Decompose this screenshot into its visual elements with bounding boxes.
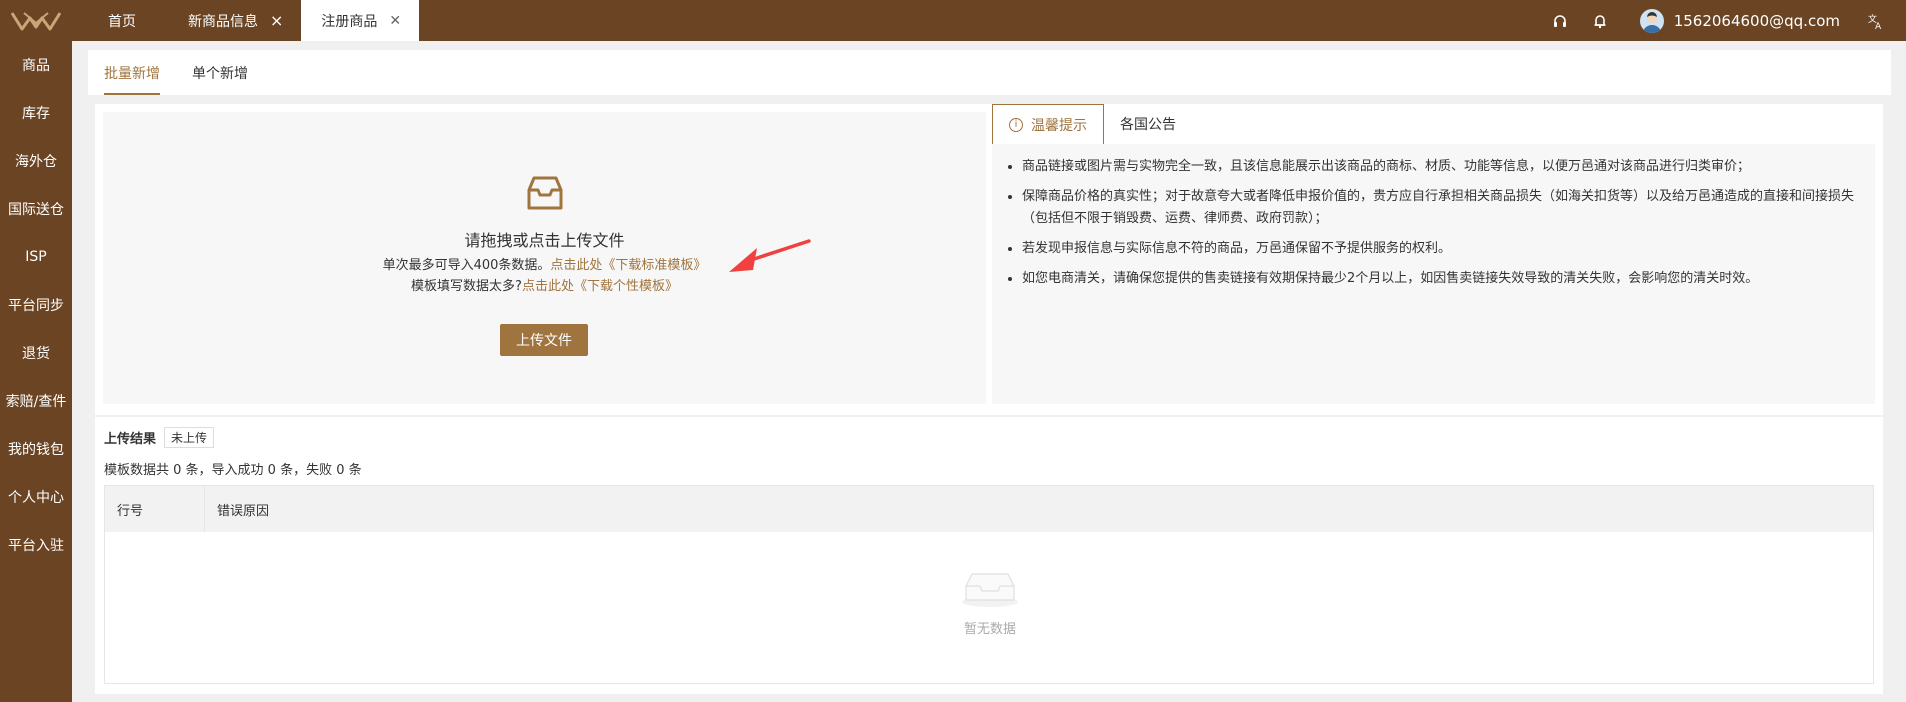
upload-custom-text: 模板填写数据太多?点击此处《下载个性模板》 (411, 279, 678, 294)
logo-icon[interactable] (0, 0, 72, 41)
notice-panel: i温馨提示 各国公告 商品链接或图片需与实物完全一致，且该信息能展示出该商品的商… (992, 104, 1875, 404)
tab-new-product-info[interactable]: 新商品信息 × (168, 0, 301, 41)
sidebar-item-overseas-warehouse[interactable]: 海外仓 (0, 137, 72, 185)
tab-tips[interactable]: i 温馨提示 (992, 104, 1104, 144)
sidebar-item-intl-delivery[interactable]: 国际送仓 (0, 185, 72, 233)
download-custom-template-link[interactable]: 点击此处《下载个性模板》 (522, 279, 678, 294)
sidebar-item-isp[interactable]: ISP (0, 233, 72, 281)
inbox-icon (526, 175, 564, 215)
empty-text: 暂无数据 (963, 622, 1016, 637)
sidebar-item-returns[interactable]: 退货 (0, 329, 72, 377)
bell-icon[interactable] (1590, 11, 1610, 31)
header-actions: 1562064600@qq.com 文A (1530, 0, 1906, 41)
results-summary: 模板数据共 0 条，导入成功 0 条，失败 0 条 (104, 463, 362, 478)
list-item: 若发现申报信息与实际信息不符的商品，万邑通保留不予提供服务的权利。 (1022, 238, 1861, 260)
empty-state: 暂无数据 (105, 568, 1875, 637)
avatar[interactable] (1639, 8, 1664, 33)
upload-limit-text: 单次最多可导入400条数据。点击此处《下载标准模板》 (382, 258, 707, 273)
translate-icon[interactable]: 文A (1866, 11, 1886, 31)
sidebar-item-platform-onboarding[interactable]: 平台入驻 (0, 521, 72, 569)
page-tabs: 首页 新商品信息 × 注册商品 ✕ (72, 0, 420, 41)
sidebar-item-products[interactable]: 商品 (0, 41, 72, 89)
column-row-number: 行号 (105, 486, 205, 532)
sidebar-item-platform-sync[interactable]: 平台同步 (0, 281, 72, 329)
arrow-annotation-icon (723, 238, 813, 282)
tab-batch-add[interactable]: 批量新增 (104, 50, 160, 95)
column-error-reason: 错误原因 (217, 503, 270, 519)
sidebar-item-profile[interactable]: 个人中心 (0, 473, 72, 521)
list-item: 商品链接或图片需与实物完全一致，且该信息能展示出该商品的商标、材质、功能等信息，… (1022, 156, 1861, 178)
close-icon[interactable]: × (270, 12, 283, 29)
headset-icon[interactable] (1550, 11, 1570, 31)
list-item: 保障商品价格的真实性；对于故意夸大或者降低申报价值的，贵方应自行承担相关商品损失… (1022, 186, 1861, 230)
sidebar-item-wallet[interactable]: 我的钱包 (0, 425, 72, 473)
notice-list: 商品链接或图片需与实物完全一致，且该信息能展示出该商品的商标、材质、功能等信息，… (992, 144, 1875, 404)
results-header: 上传结果 未上传 (104, 427, 215, 448)
tab-register-product[interactable]: 注册商品 ✕ (301, 0, 420, 41)
tab-single-add[interactable]: 单个新增 (192, 50, 248, 95)
error-table: 行号 错误原因 暂无数据 (104, 485, 1874, 684)
download-standard-template-link[interactable]: 点击此处《下载标准模板》 (550, 258, 706, 273)
main-content: 批量新增 单个新增 请拖拽或点击上传文件 单次最多可导入400条数据。点击此处《… (72, 41, 1906, 702)
info-icon: i (1009, 117, 1023, 132)
table-header: 行号 错误原因 (105, 486, 1873, 532)
upload-panel: 请拖拽或点击上传文件 单次最多可导入400条数据。点击此处《下载标准模板》 模板… (95, 104, 1883, 415)
sidebar-item-inventory[interactable]: 库存 (0, 89, 72, 137)
close-icon[interactable]: ✕ (389, 14, 401, 28)
upload-file-button[interactable]: 上传文件 (500, 324, 588, 356)
upload-results: 上传结果 未上传 模板数据共 0 条，导入成功 0 条，失败 0 条 行号 错误… (95, 417, 1883, 694)
list-item: 如您电商清关，请确保您提供的售卖链接有效期保持最少2个月以上，如因售卖链接失效导… (1022, 268, 1861, 290)
sidebar: 商品 库存 海外仓 国际送仓 ISP 平台同步 退货 索赔/查件 我的钱包 个人… (0, 41, 72, 702)
sidebar-item-claims[interactable]: 索赔/查件 (0, 377, 72, 425)
tab-country-announcements[interactable]: 各国公告 (1104, 104, 1192, 144)
upload-title: 请拖拽或点击上传文件 (464, 231, 625, 250)
mode-tabs: 批量新增 单个新增 (88, 50, 1891, 95)
empty-box-icon (960, 573, 1020, 612)
svg-text:A: A (1875, 22, 1882, 30)
results-title: 上传结果 (104, 432, 157, 447)
top-bar: 首页 新商品信息 × 注册商品 ✕ 1562064600@qq.com 文A (0, 0, 1906, 41)
tab-home[interactable]: 首页 (72, 0, 168, 41)
notice-tabs: i 温馨提示 各国公告 (992, 104, 1875, 144)
status-badge: 未上传 (164, 427, 215, 448)
upload-dropzone[interactable]: 请拖拽或点击上传文件 单次最多可导入400条数据。点击此处《下载标准模板》 模板… (103, 112, 986, 404)
user-email[interactable]: 1562064600@qq.com (1674, 12, 1840, 30)
